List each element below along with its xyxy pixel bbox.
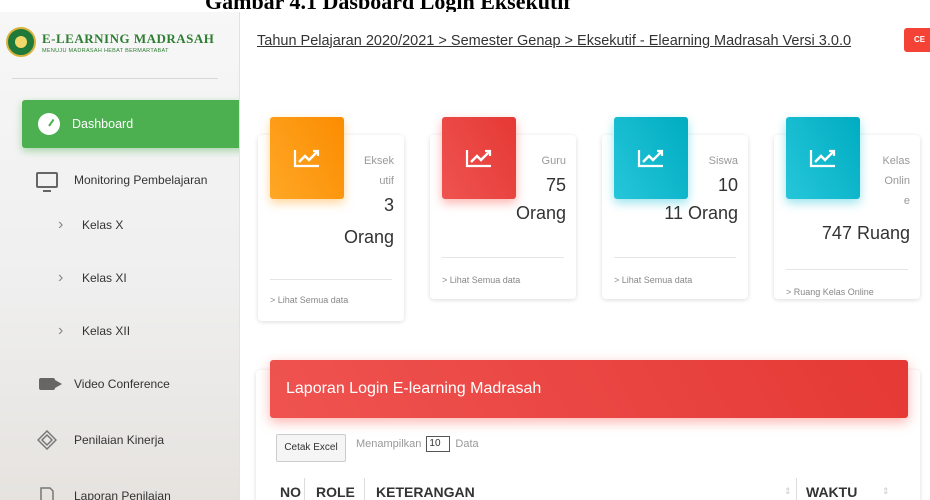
sidebar-item-kelas-x[interactable]: › Kelas X (58, 216, 123, 234)
caption-text: Gambar 4.1 Dasboard Login Eksekutif (205, 0, 571, 12)
report-title: Laporan Login E-learning Madrasah (270, 360, 908, 418)
dashboard-gauge-icon (38, 113, 60, 135)
sidebar-item-label: Dashboard (72, 117, 134, 131)
card-link-lihat-semua[interactable]: > Lihat Semua data (270, 295, 348, 305)
entries-suffix: Data (455, 438, 479, 450)
header-action-button[interactable]: CE (904, 28, 930, 52)
sidebar-item-kelas-xii[interactable]: › Kelas XII (58, 322, 130, 340)
diamond-icon (36, 430, 58, 450)
sidebar-item-penilaian-kinerja[interactable]: Penilaian Kinerja (36, 430, 164, 450)
sidebar-item-label: Monitoring Pembelajaran (74, 173, 208, 187)
trending-up-icon (786, 117, 860, 199)
logo-title: E-LEARNING MADRASAH (42, 30, 215, 46)
card-divider (786, 269, 908, 270)
card-category: Guru (541, 155, 566, 167)
sidebar-item-label: Kelas XII (82, 324, 131, 338)
card-value: 75 Orang (515, 175, 566, 223)
sidebar-item-label: Laporan Penilaian (74, 489, 171, 500)
column-header-keterangan[interactable]: KETERANGAN (376, 484, 475, 500)
chevron-right-icon: › (58, 269, 64, 286)
monitor-icon (36, 170, 58, 192)
stat-card-kelas-online: Kelas Onlin e 747 Ruang > Ruang Kelas Onli… (774, 117, 920, 299)
column-header-role[interactable]: ROLE (316, 484, 355, 500)
logo-subtitle: MENUJU MADRASAH HEBAT BERMARTABAT (42, 47, 169, 54)
trending-up-icon (270, 117, 344, 199)
stat-card-eksekutif: Eksek utif 3 Orang > Lihat Semua data (258, 117, 404, 321)
sidebar-item-label: Kelas X (82, 218, 124, 232)
app-logo[interactable]: E-LEARNING MADRASAH MENUJU MADRASAH HEBA… (6, 27, 214, 57)
card-category: Eksek utif (364, 155, 394, 187)
sidebar-item-video-conference[interactable]: Video Conference (36, 374, 170, 394)
report-icon (36, 486, 58, 500)
sort-icon: ⇕ (882, 486, 890, 496)
video-camera-icon (36, 374, 62, 394)
stat-card-guru: Guru 75 Orang > Lihat Semua data (430, 117, 576, 299)
column-header-no[interactable]: NO (280, 484, 301, 500)
card-value: 747 Ruang (821, 223, 910, 243)
madrasah-emblem-icon (6, 27, 36, 57)
table-header: NO ROLE KETERANGAN ⇕ WAKTU ⇕ (276, 478, 896, 500)
sidebar-item-monitoring[interactable]: Monitoring Pembelajaran (36, 170, 208, 192)
card-category: Kelas Onlin e (882, 155, 910, 207)
sidebar-item-label: Kelas XI (82, 271, 127, 285)
trending-up-icon (442, 117, 516, 199)
card-link-lihat-semua[interactable]: > Lihat Semua data (614, 275, 692, 285)
card-divider (270, 279, 392, 280)
sidebar-item-kelas-xi[interactable]: › Kelas XI (58, 269, 127, 287)
entries-count-select[interactable]: 10 (426, 436, 451, 452)
breadcrumb[interactable]: Tahun Pelajaran 2020/2021 > Semester Gen… (257, 33, 851, 49)
login-report-panel: Laporan Login E-learning Madrasah Cetak … (256, 360, 920, 500)
card-category: Siswa (708, 155, 738, 167)
sidebar-item-dashboard[interactable]: Dashboard (22, 100, 239, 148)
sidebar-item-laporan-penilaian[interactable]: Laporan Penilaian (36, 486, 171, 500)
card-value: 10 11 Orang (664, 175, 738, 223)
chevron-right-icon: › (58, 322, 64, 339)
card-divider (442, 257, 564, 258)
entries-length-control: Menampilkan 10 Data (356, 436, 479, 452)
sidebar: E-LEARNING MADRASAH MENUJU MADRASAH HEBA… (0, 12, 240, 500)
entries-prefix: Menampilkan (356, 438, 422, 450)
chevron-right-icon: › (58, 216, 64, 233)
stat-card-siswa: Siswa 10 11 Orang > Lihat Semua data (602, 117, 748, 299)
sort-icon: ⇕ (784, 486, 792, 496)
column-header-waktu[interactable]: WAKTU (806, 484, 857, 500)
sidebar-item-label: Video Conference (74, 377, 170, 391)
card-link-lihat-semua[interactable]: > Lihat Semua data (442, 275, 520, 285)
sidebar-item-label: Penilaian Kinerja (74, 433, 165, 447)
figure-caption: Gambar 4.1 Dasboard Login Eksekutif (0, 0, 930, 12)
card-value: 3 Orang (343, 195, 394, 247)
export-excel-button[interactable]: Cetak Excel (276, 434, 346, 462)
card-divider (614, 257, 736, 258)
logo-divider (12, 78, 218, 79)
card-link-ruang-kelas-online[interactable]: > Ruang Kelas Online (786, 287, 874, 297)
